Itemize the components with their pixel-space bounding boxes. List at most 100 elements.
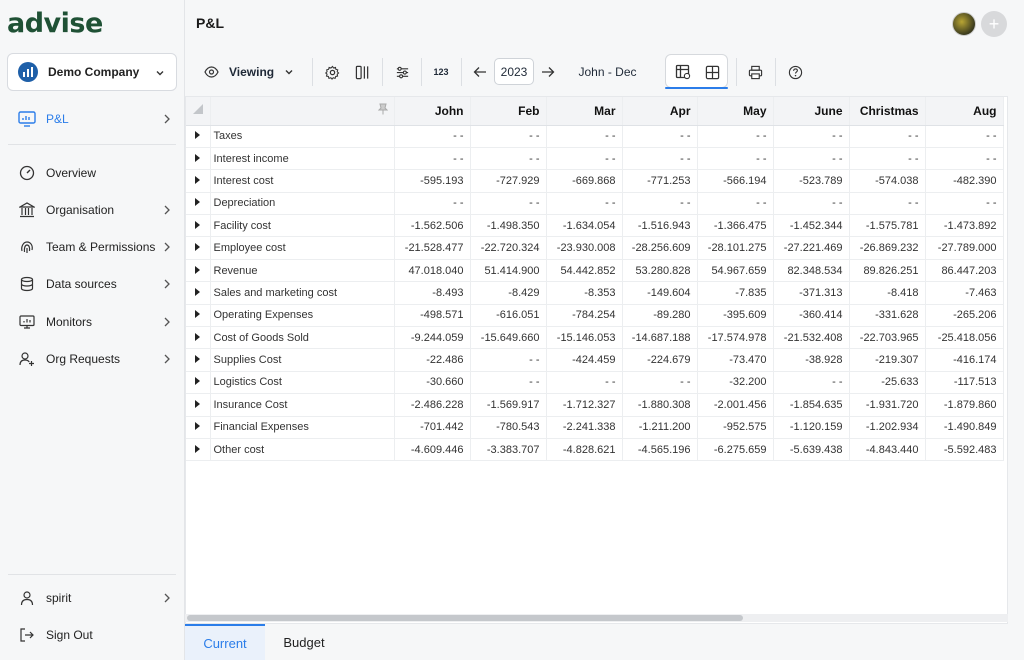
value-cell[interactable]: 51.414.900 bbox=[470, 259, 547, 283]
expand-row-button[interactable] bbox=[186, 147, 211, 171]
table-row[interactable]: Other cost -4.609.446 -3.383.707 -4.828.621… bbox=[186, 438, 1004, 462]
value-cell[interactable]: -1.634.054 bbox=[546, 214, 623, 238]
column-header[interactable]: Christmas bbox=[849, 97, 926, 126]
column-header[interactable]: May bbox=[697, 97, 774, 126]
table-row[interactable]: Sales and marketing cost -8.493 -8.429 -8.3… bbox=[186, 281, 1004, 305]
value-cell[interactable]: -1.569.917 bbox=[470, 393, 547, 417]
filters-button[interactable] bbox=[391, 52, 413, 92]
value-cell[interactable]: -424.459 bbox=[546, 348, 623, 372]
columns-button[interactable] bbox=[351, 52, 373, 92]
value-cell[interactable]: -1.473.892 bbox=[925, 214, 1004, 238]
column-header[interactable]: June bbox=[773, 97, 850, 126]
value-cell[interactable]: -38.928 bbox=[773, 348, 850, 372]
value-cell[interactable]: -360.414 bbox=[773, 304, 850, 328]
expand-row-button[interactable] bbox=[186, 125, 211, 148]
value-cell[interactable]: -2.486.228 bbox=[394, 393, 471, 417]
value-cell[interactable]: -73.470 bbox=[697, 348, 774, 372]
expand-row-button[interactable] bbox=[186, 169, 211, 193]
value-cell[interactable]: - - bbox=[470, 348, 547, 372]
settings-button[interactable] bbox=[321, 52, 343, 92]
value-cell[interactable]: -9.244.059 bbox=[394, 326, 471, 350]
expand-row-button[interactable] bbox=[186, 393, 211, 417]
value-cell[interactable]: -1.490.849 bbox=[925, 416, 1004, 439]
expand-row-button[interactable] bbox=[186, 214, 211, 238]
value-cell[interactable]: -22.703.965 bbox=[849, 326, 926, 350]
value-cell[interactable]: -1.366.475 bbox=[697, 214, 774, 238]
expand-row-button[interactable] bbox=[186, 236, 211, 260]
value-cell[interactable]: -371.313 bbox=[773, 281, 850, 305]
value-cell[interactable]: -1.854.635 bbox=[773, 393, 850, 417]
value-cell[interactable]: -32.200 bbox=[697, 371, 774, 395]
help-button[interactable] bbox=[784, 52, 806, 92]
value-cell[interactable]: -149.604 bbox=[622, 281, 698, 305]
column-header[interactable]: Aug bbox=[925, 97, 1004, 126]
value-cell[interactable]: -1.202.934 bbox=[849, 416, 926, 439]
value-cell[interactable]: -21.532.408 bbox=[773, 326, 850, 350]
table-row[interactable]: Supplies Cost -22.486- - -424.459 -224.679-… bbox=[186, 348, 1004, 372]
value-cell[interactable]: - - bbox=[697, 147, 774, 171]
period-selector[interactable]: John - Dec bbox=[570, 52, 645, 92]
value-cell[interactable]: -669.868 bbox=[546, 169, 623, 193]
value-cell[interactable]: -4.609.446 bbox=[394, 438, 471, 462]
value-cell[interactable]: -15.146.053 bbox=[546, 326, 623, 350]
value-cell[interactable]: - - bbox=[697, 125, 774, 148]
value-cell[interactable]: -7.835 bbox=[697, 281, 774, 305]
value-cell[interactable]: -566.194 bbox=[697, 169, 774, 193]
value-cell[interactable]: -1.879.860 bbox=[925, 393, 1004, 417]
value-cell[interactable]: 82.348.534 bbox=[773, 259, 850, 283]
value-cell[interactable]: 54.442.852 bbox=[546, 259, 623, 283]
value-cell[interactable]: -1.712.327 bbox=[546, 393, 623, 417]
expand-row-button[interactable] bbox=[186, 438, 211, 462]
value-cell[interactable]: 89.826.251 bbox=[849, 259, 926, 283]
value-cell[interactable]: -1.452.344 bbox=[773, 214, 850, 238]
sidebar-item-org-requests[interactable]: Org Requests bbox=[0, 345, 185, 373]
sidebar-item-sign-out[interactable]: Sign Out bbox=[0, 621, 185, 649]
expand-row-button[interactable] bbox=[186, 259, 211, 283]
table-row[interactable]: Operating Expenses -498.571 -616.051 -784.2… bbox=[186, 304, 1004, 328]
value-cell[interactable]: -3.383.707 bbox=[470, 438, 547, 462]
value-cell[interactable]: -4.843.440 bbox=[849, 438, 926, 462]
year-field[interactable]: 2023 bbox=[494, 58, 534, 85]
value-cell[interactable]: - - bbox=[925, 125, 1004, 148]
value-cell[interactable]: -30.660 bbox=[394, 371, 471, 395]
sidebar-item-user[interactable]: spirit bbox=[0, 584, 185, 612]
value-cell[interactable]: - - bbox=[849, 125, 926, 148]
column-header[interactable]: Apr bbox=[622, 97, 698, 126]
value-cell[interactable]: -117.513 bbox=[925, 371, 1004, 395]
value-cell[interactable]: - - bbox=[622, 371, 698, 395]
table-view-button[interactable] bbox=[669, 52, 697, 92]
table-row[interactable]: Taxes - -- -- -- -- -- -- -- - bbox=[186, 125, 1004, 148]
value-cell[interactable]: -265.206 bbox=[925, 304, 1004, 328]
value-cell[interactable]: -15.649.660 bbox=[470, 326, 547, 350]
value-cell[interactable]: -616.051 bbox=[470, 304, 547, 328]
table-row[interactable]: Financial Expenses -701.442 -780.543 -2.241… bbox=[186, 416, 1004, 439]
column-header[interactable]: Feb bbox=[470, 97, 547, 126]
number-format-button[interactable]: 123 bbox=[429, 52, 453, 92]
value-cell[interactable]: -23.930.008 bbox=[546, 236, 623, 260]
value-cell[interactable]: -8.353 bbox=[546, 281, 623, 305]
value-cell[interactable]: -27.221.469 bbox=[773, 236, 850, 260]
scrollbar-thumb[interactable] bbox=[187, 615, 743, 621]
value-cell[interactable]: 53.280.828 bbox=[622, 259, 698, 283]
value-cell[interactable]: - - bbox=[622, 192, 698, 216]
value-cell[interactable]: - - bbox=[773, 125, 850, 148]
viewing-dropdown[interactable]: Viewing bbox=[204, 52, 294, 92]
value-cell[interactable]: -8.429 bbox=[470, 281, 547, 305]
value-cell[interactable]: -595.193 bbox=[394, 169, 471, 193]
value-cell[interactable]: -89.280 bbox=[622, 304, 698, 328]
value-cell[interactable]: -784.254 bbox=[546, 304, 623, 328]
value-cell[interactable]: -2.241.338 bbox=[546, 416, 623, 439]
sidebar-item-monitors[interactable]: Monitors bbox=[0, 308, 185, 336]
expand-row-button[interactable] bbox=[186, 281, 211, 305]
value-cell[interactable]: -28.101.275 bbox=[697, 236, 774, 260]
value-cell[interactable]: - - bbox=[622, 147, 698, 171]
column-header[interactable]: Mar bbox=[546, 97, 623, 126]
pin-column-button[interactable] bbox=[210, 97, 395, 126]
expand-row-button[interactable] bbox=[186, 326, 211, 350]
tab-budget[interactable]: Budget bbox=[265, 624, 343, 660]
table-row[interactable]: Facility cost -1.562.506 -1.498.350 -1.634.… bbox=[186, 214, 1004, 238]
table-row[interactable]: Interest cost -595.193 -727.929 -669.868 -77… bbox=[186, 169, 1004, 193]
value-cell[interactable]: - - bbox=[925, 147, 1004, 171]
value-cell[interactable]: - - bbox=[773, 147, 850, 171]
value-cell[interactable]: - - bbox=[394, 125, 471, 148]
